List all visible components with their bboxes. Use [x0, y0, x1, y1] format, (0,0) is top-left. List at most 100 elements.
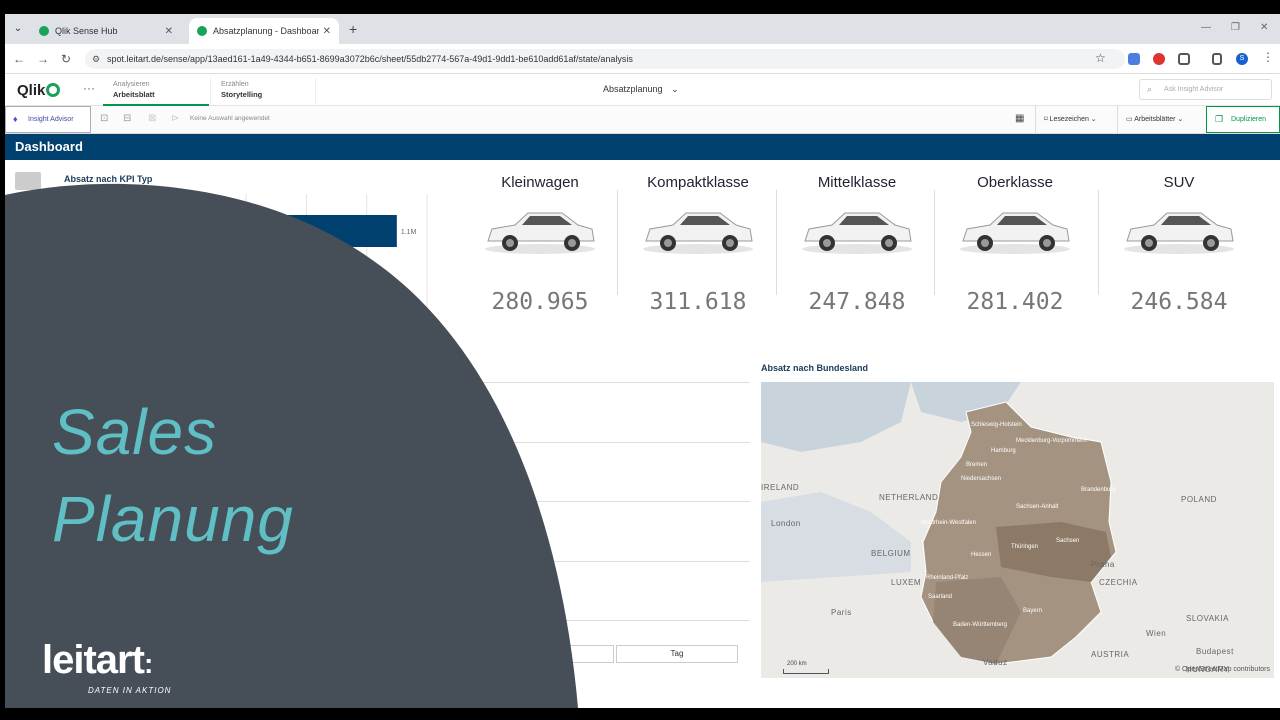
kpi-divider: [617, 190, 618, 295]
adblock-extension-icon[interactable]: [1153, 53, 1165, 65]
kpi-name: Kleinwagen: [501, 174, 579, 191]
tab-absatzplanung[interactable]: Absatzplanung - Dashboard | A ✕: [189, 18, 339, 44]
car-image-icon: [643, 212, 753, 254]
profile-avatar[interactable]: S: [1236, 53, 1248, 65]
back-icon[interactable]: ←: [13, 52, 25, 66]
tab-title: Absatzplanung - Dashboard | A: [213, 26, 319, 36]
mode-label: Erzählen: [221, 81, 249, 88]
step-forward-icon[interactable]: ⊳: [171, 113, 179, 124]
bookmark-star-icon[interactable]: ☆: [1095, 51, 1106, 65]
tab-search-icon[interactable]: ⌄: [9, 20, 27, 38]
car-image-icon: [802, 212, 912, 254]
qlik-header: Qlik ··· Analysieren Arbeitsblatt Erzähl…: [5, 74, 1280, 106]
insight-search-input[interactable]: ⌕ Ask Insight Advisor: [1139, 79, 1272, 100]
close-icon[interactable]: ✕: [165, 26, 173, 37]
map-country-label: IRELAND: [761, 483, 800, 492]
new-tab-icon[interactable]: +: [349, 21, 357, 37]
map-state-label: Nordrhein-Westfalen: [921, 520, 976, 526]
map-state-label: Sachsen: [1056, 538, 1080, 544]
map-state-label: Mecklenburg-Vorpommern: [1016, 438, 1087, 444]
tab-qlik-hub[interactable]: Qlik Sense Hub ✕: [31, 18, 181, 44]
filter-tag-button[interactable]: Tag: [616, 645, 738, 663]
kpi-value: 311.618: [649, 289, 747, 315]
chart-menu-icon[interactable]: [15, 172, 41, 190]
filter-button[interactable]: [545, 645, 614, 663]
close-icon[interactable]: ✕: [323, 26, 331, 37]
qlik-logo-text: Qlik: [17, 82, 46, 99]
minimize-icon[interactable]: —: [1201, 22, 1211, 33]
duplicate-icon: ❐: [1215, 114, 1224, 124]
map-title: Absatz nach Bundesland: [761, 363, 869, 373]
map-country-label: LUXEM: [891, 578, 922, 587]
kpi-oberklasse[interactable]: Oberklasse 281.402: [935, 170, 1095, 380]
map-state-label: Schleswig-Holstein: [971, 422, 1022, 428]
extensions-icon[interactable]: [1178, 53, 1190, 65]
insight-advisor-label: Insight Advisor: [28, 116, 74, 123]
map-state-label: Bremen: [966, 462, 988, 468]
map-state-label: Brandenburg: [1081, 487, 1116, 493]
map-state-label: Hessen: [971, 552, 992, 558]
bar-chart[interactable]: 1.1M1.2M: [65, 194, 460, 354]
tab-erzaehlen[interactable]: Erzählen Storytelling: [210, 78, 316, 106]
kpi-value: 247.848: [808, 289, 906, 315]
map-state-label: Thüringen: [1011, 544, 1039, 550]
bookmarks-button[interactable]: ⌑ Lesezeichen ⌄: [1035, 106, 1105, 133]
table-divider: [445, 442, 750, 443]
map-country-label: CZECHIA: [1099, 578, 1138, 587]
selection-toolbar: ♦ Insight Advisor ⊡ ⊟ ⊠ ⊳ Keine Auswahl …: [5, 106, 1280, 134]
map-attribution[interactable]: © OpenStreetMap contributors: [1175, 666, 1270, 673]
restore-icon[interactable]: ❐: [1231, 22, 1240, 33]
browser-menu-icon[interactable]: ⋮: [1262, 50, 1274, 64]
sheets-button[interactable]: ▭ Arbeitsblätter ⌄: [1117, 106, 1191, 133]
no-selection-text: Keine Auswahl angewendet: [190, 115, 270, 122]
kpi-kompaktklasse[interactable]: Kompaktklasse 311.618: [618, 170, 778, 380]
url-field[interactable]: ⚙ spot.leitart.de/sense/app/13aed161-1a4…: [85, 49, 1125, 69]
table-divider: [445, 501, 750, 502]
search-placeholder: Ask Insight Advisor: [1164, 86, 1224, 93]
car-image-icon: [1124, 212, 1234, 254]
map-state-label: Sachsen-Anhalt: [1016, 504, 1059, 510]
chevron-down-icon: ⌄: [671, 84, 679, 94]
kpi-divider: [776, 190, 777, 295]
search-icon: ⌕: [1147, 84, 1153, 94]
dashboard-title: Dashboard: [5, 134, 1280, 160]
map-scale-bar: [783, 669, 829, 674]
map-state-label: Bayern: [1023, 608, 1043, 614]
kpi-mittelklasse[interactable]: Mittelklasse 247.848: [777, 170, 937, 380]
forward-icon[interactable]: →: [37, 52, 49, 66]
grid-view-icon[interactable]: ▦: [1015, 113, 1024, 124]
germany-map[interactable]: Schleswig-Holstein Mecklenburg-Vorpommern…: [761, 382, 1274, 678]
kpi-divider: [1098, 190, 1099, 295]
mode-sub: Arbeitsblatt: [113, 90, 155, 99]
map-country-label: NETHERLAND: [879, 493, 939, 502]
kpi-kleinwagen[interactable]: Kleinwagen 280.965: [460, 170, 620, 380]
chevron-down-icon: ⌄: [1175, 116, 1184, 123]
kpi-suv[interactable]: SUV 246.584: [1099, 170, 1259, 380]
bar[interactable]: [65, 215, 397, 247]
table-divider: [445, 561, 750, 562]
reload-icon[interactable]: ↻: [61, 52, 71, 66]
duplicate-button[interactable]: ❐ Duplizieren: [1206, 106, 1280, 133]
car-image-icon: [960, 212, 1070, 254]
kpi-value: 246.584: [1130, 289, 1228, 315]
sheet-selector[interactable]: Absatzplanung ⌄: [603, 84, 679, 95]
tab-analysieren[interactable]: Analysieren Arbeitsblatt: [103, 78, 209, 106]
step-back-icon[interactable]: ⊠: [148, 113, 156, 124]
smart-search-icon[interactable]: ⊡: [100, 113, 108, 124]
more-options-icon[interactable]: ···: [83, 81, 95, 95]
site-info-icon[interactable]: ⚙: [92, 49, 100, 69]
sheets-label: Arbeitsblätter: [1134, 116, 1176, 123]
map-city-label: Vaduz: [983, 658, 1008, 667]
insight-advisor-button[interactable]: ♦ Insight Advisor: [5, 106, 91, 133]
sheets-icon: ▭: [1126, 116, 1135, 123]
map-city-label: Praha: [1091, 560, 1115, 569]
translate-extension-icon[interactable]: [1128, 53, 1140, 65]
selections-tool-icon[interactable]: ⊟: [123, 113, 131, 124]
map-state-label: Niedersachsen: [961, 476, 1002, 482]
close-window-icon[interactable]: ✕: [1260, 22, 1268, 33]
chevron-down-icon: ⌄: [1088, 116, 1097, 123]
sheet-name: Absatzplanung: [603, 84, 663, 94]
map-country-label: POLAND: [1181, 495, 1217, 504]
side-panel-icon[interactable]: [1212, 53, 1222, 65]
qlik-logo[interactable]: Qlik: [17, 82, 61, 99]
